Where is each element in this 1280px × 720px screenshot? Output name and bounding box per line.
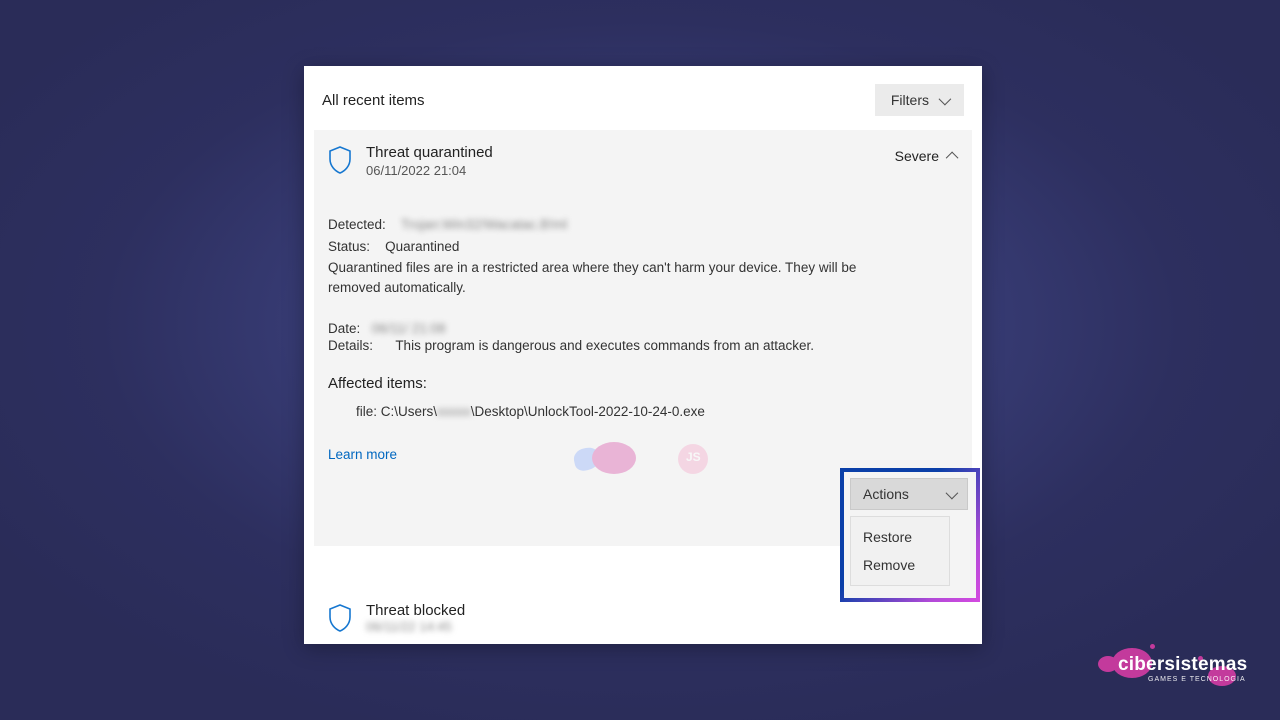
status-value: Quarantined — [385, 239, 459, 254]
threat-card-header: Threat quarantined 06/11/2022 21:04 Seve… — [328, 144, 958, 179]
menu-item-restore[interactable]: Restore — [851, 523, 949, 551]
watermark-overlay: JS — [574, 442, 734, 482]
threat-body: Detected: Trojan:Win32/Wacatac.B!ml Stat… — [328, 215, 958, 297]
security-history-window: All recent items Filters Threat quaranti… — [304, 66, 982, 644]
actions-label: Actions — [863, 486, 909, 502]
quarantine-description: Quarantined files are in a restricted ar… — [328, 258, 888, 297]
status-row: Status: Quarantined — [328, 237, 958, 257]
detected-value: Trojan:Win32/Wacatac.B!ml — [401, 215, 567, 235]
file-prefix: file: C:\Users\ — [356, 404, 437, 419]
menu-item-remove[interactable]: Remove — [851, 551, 949, 579]
chevron-up-icon — [946, 151, 959, 164]
page-title: All recent items — [322, 92, 425, 109]
affected-items-label: Affected items: — [328, 375, 958, 392]
brand-watermark: cibersistemas GAMES E TECNOLOGIA — [1098, 646, 1248, 690]
threat-timestamp: 06/11/2022 21:04 — [366, 163, 493, 178]
details-label: Details: — [328, 338, 373, 353]
brand-tagline: GAMES E TECNOLOGIA — [1148, 676, 1246, 683]
chevron-down-icon — [946, 486, 959, 499]
threat-card-expanded[interactable]: Threat quarantined 06/11/2022 21:04 Seve… — [314, 130, 972, 546]
actions-button[interactable]: Actions — [850, 478, 968, 510]
details-row: Details: This program is dangerous and e… — [328, 338, 958, 353]
header-bar: All recent items Filters — [304, 66, 982, 130]
item-sub: 06/11/22 14:45 — [366, 619, 465, 634]
actions-panel: Actions Restore Remove — [844, 472, 976, 598]
affected-file-line: file: C:\Users\xxxxx\Desktop\UnlockTool-… — [328, 404, 958, 419]
status-label: Status: — [328, 239, 370, 254]
details-value: This program is dangerous and executes c… — [395, 338, 814, 353]
severity-group[interactable]: Severe — [895, 144, 958, 164]
threat-title: Threat quarantined — [366, 144, 493, 161]
date-row: Date: 06/11/ 21:08 — [328, 321, 958, 336]
date-label: Date: — [328, 321, 360, 336]
date-value: 06/11/ 21:08 — [372, 321, 446, 336]
file-suffix: \Desktop\UnlockTool-2022-10-24-0.exe — [471, 404, 705, 419]
filters-label: Filters — [891, 92, 929, 108]
filters-button[interactable]: Filters — [875, 84, 964, 116]
item-title: Threat blocked — [366, 602, 465, 619]
actions-highlight-box: Actions Restore Remove — [840, 468, 980, 602]
detected-row: Detected: Trojan:Win32/Wacatac.B!ml — [328, 215, 958, 235]
severity-label: Severe — [895, 148, 939, 164]
brand-name: cibersistemas — [1118, 654, 1247, 676]
shield-icon — [328, 144, 356, 179]
learn-more-link[interactable]: Learn more — [328, 447, 397, 462]
shield-icon — [328, 602, 356, 637]
card-head-left: Threat quarantined 06/11/2022 21:04 — [328, 144, 493, 179]
item-text: Threat blocked 06/11/22 14:45 — [366, 602, 465, 637]
item-left: Threat blocked 06/11/22 14:45 — [328, 602, 465, 637]
card-title-block: Threat quarantined 06/11/2022 21:04 — [366, 144, 493, 179]
detected-label: Detected: — [328, 217, 386, 232]
threat-meta: Date: 06/11/ 21:08 Details: This program… — [328, 321, 958, 419]
file-user-blur: xxxxx — [437, 404, 471, 419]
chevron-down-icon — [939, 92, 952, 105]
shield-icon-svg — [328, 146, 352, 174]
actions-dropdown-menu: Restore Remove — [850, 516, 950, 586]
